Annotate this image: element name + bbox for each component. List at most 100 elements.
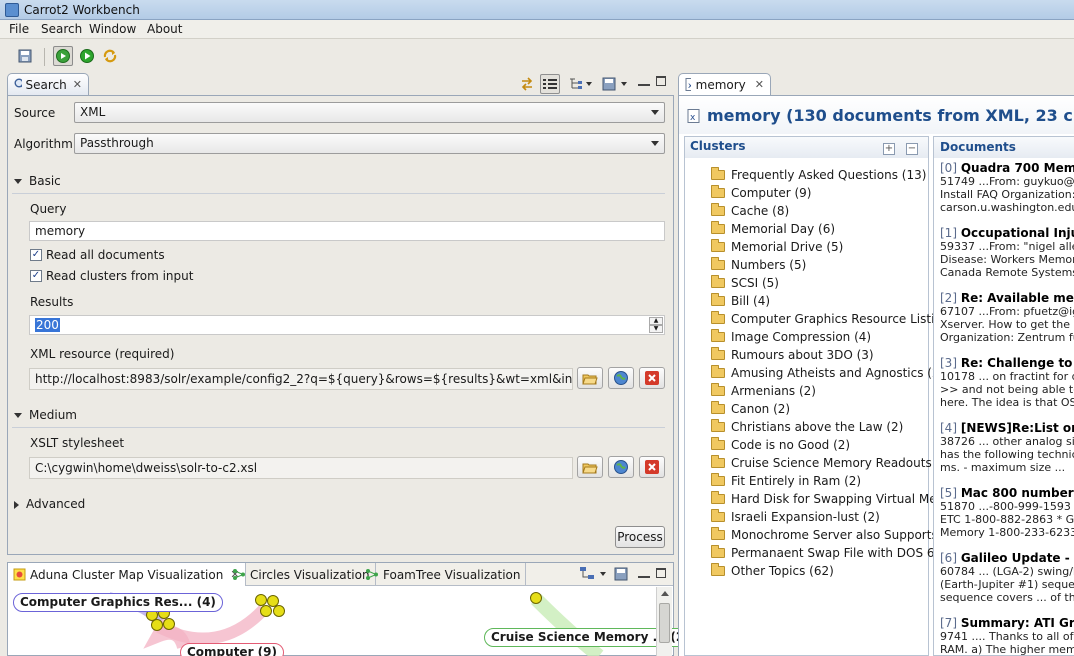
document-title[interactable]: Quadra 700 Memory	[961, 161, 1074, 175]
cluster-item[interactable]: Memorial Drive (5)	[711, 239, 843, 258]
cluster-item[interactable]: Code is no Good (2)	[711, 437, 850, 456]
clear-button[interactable]	[639, 367, 665, 389]
document-item[interactable]: [1] Occupational Injuries 59337 ...From:…	[940, 226, 1074, 291]
document-title[interactable]: [NEWS]Re:List or ima	[961, 421, 1074, 435]
layout-menu-icon[interactable]	[579, 566, 609, 585]
cluster-item[interactable]: Permanaent Swap File with DOS 6.0 D	[711, 545, 959, 564]
menu-about[interactable]: About	[147, 22, 182, 36]
spin-down-icon[interactable]: ▼	[649, 325, 663, 333]
cluster-item[interactable]: Numbers (5)	[711, 257, 806, 276]
cluster-item[interactable]: Frequently Asked Questions (13)	[711, 167, 926, 186]
document-item[interactable]: [5] Mac 800 numbers 51870 ...-800-999-15…	[940, 486, 1074, 551]
document-snippet: >> and not being able to ac	[940, 383, 1074, 396]
collapse-all-icon[interactable]: −	[906, 143, 918, 155]
section-advanced[interactable]: Advanced	[14, 497, 85, 511]
clear-button-2[interactable]	[639, 456, 665, 478]
read-clusters-checkbox[interactable]: ✓	[30, 270, 42, 282]
tab-memory[interactable]: x memory ✕	[678, 73, 771, 95]
document-item[interactable]: [6] Galileo Update - 04/1 60784 ... (LGA…	[940, 551, 1074, 616]
cluster-item[interactable]: Christians above the Law (2)	[711, 419, 903, 438]
xml-resource-field[interactable]: http://localhost:8983/solr/example/confi…	[29, 368, 573, 390]
cluster-item[interactable]: Other Topics (62)	[711, 563, 834, 582]
scroll-thumb[interactable]	[659, 603, 670, 643]
cluster-item[interactable]: Armenians (2)	[711, 383, 816, 402]
save-attributes-icon[interactable]	[602, 77, 630, 94]
run-icon[interactable]	[77, 46, 97, 66]
tree-view-icon[interactable]	[569, 77, 593, 94]
maximize-icon[interactable]	[656, 76, 666, 86]
cluster-item[interactable]: Cruise Science Memory Readouts MF	[711, 455, 953, 474]
minimize-icon[interactable]	[638, 76, 650, 86]
close-icon[interactable]: ✕	[755, 78, 764, 91]
open-url-button-2[interactable]	[608, 456, 634, 478]
algorithm-combo[interactable]: Passthrough	[74, 133, 665, 154]
save-icon[interactable]	[15, 46, 35, 66]
cluster-item-label: Bill (4)	[731, 294, 771, 308]
sync-arrows-icon[interactable]	[519, 76, 535, 95]
maximize-icon[interactable]	[656, 568, 666, 578]
document-item[interactable]: [2] Re: Available memor 67107 ...From: p…	[940, 291, 1074, 356]
cluster-label-computer-graphics[interactable]: Computer Graphics Res... (4)	[13, 593, 223, 612]
open-url-button[interactable]	[608, 367, 634, 389]
cluster-item[interactable]: Image Compression (4)	[711, 329, 871, 348]
document-title[interactable]: Occupational Injuries	[961, 226, 1074, 240]
close-icon[interactable]: ✕	[73, 78, 82, 91]
minimize-icon[interactable]	[638, 568, 650, 578]
document-title[interactable]: Re: Available memor	[961, 291, 1074, 305]
cluster-item[interactable]: Memorial Day (6)	[711, 221, 835, 240]
source-combo[interactable]: XML	[74, 102, 665, 123]
cluster-item[interactable]: Rumours about 3DO (3)	[711, 347, 874, 366]
browse-folder-button[interactable]	[577, 367, 603, 389]
cluster-item[interactable]: Monochrome Server also Supports Gr	[711, 527, 956, 546]
menu-search[interactable]: Search	[41, 22, 82, 36]
section-basic[interactable]: Basic	[14, 174, 61, 188]
document-snippet: Install FAQ Organization: Ur	[940, 188, 1074, 201]
live-search-toggle-icon[interactable]	[53, 46, 73, 66]
document-title[interactable]: Re: Challenge to Micr	[961, 356, 1074, 370]
cluster-item[interactable]: Cache (8)	[711, 203, 789, 222]
section-medium[interactable]: Medium	[14, 408, 77, 422]
tab-foamtree[interactable]: FoamTree Visualization	[360, 563, 527, 586]
cluster-item[interactable]: Computer Graphics Resource Listing	[711, 311, 950, 330]
document-item[interactable]: [4] [NEWS]Re:List or ima 38726 ... other…	[940, 421, 1074, 486]
xslt-field[interactable]: C:\cygwin\home\dweiss\solr-to-c2.xsl	[29, 457, 573, 479]
menu-file[interactable]: File	[9, 22, 29, 36]
tab-aduna-cluster-map[interactable]: Aduna Cluster Map Visualization ✕	[8, 563, 246, 586]
results-spinner[interactable]: 200 ▲ ▼	[29, 315, 665, 335]
save-image-icon[interactable]	[614, 567, 628, 584]
tab-search[interactable]: Search ✕	[7, 73, 89, 95]
scroll-up-icon[interactable]	[661, 591, 669, 596]
document-snippet: 10178 ... on fractint for dos	[940, 370, 1074, 383]
document-item[interactable]: [7] Summary: ATI Graph 9741 .... Thanks …	[940, 616, 1074, 655]
process-button[interactable]: Process	[615, 526, 665, 548]
clusters-label: Clusters	[690, 139, 746, 153]
document-item[interactable]: [3] Re: Challenge to Micr 10178 ... on f…	[940, 356, 1074, 421]
document-node[interactable]	[530, 592, 542, 604]
document-item[interactable]: [0] Quadra 700 Memory 51749 ...From: guy…	[940, 161, 1074, 226]
cluster-item[interactable]: Canon (2)	[711, 401, 790, 420]
cluster-item[interactable]: Computer (9)	[711, 185, 811, 204]
cluster-item[interactable]: Bill (4)	[711, 293, 771, 312]
cluster-item[interactable]: SCSI (5)	[711, 275, 779, 294]
document-title[interactable]: Mac 800 numbers	[961, 486, 1074, 500]
tab-circles[interactable]: Circles Visualization	[227, 563, 376, 586]
cluster-item[interactable]: Israeli Expansion-lust (2)	[711, 509, 880, 528]
cluster-item[interactable]: Hard Disk for Swapping Virtual Memo	[711, 491, 956, 510]
document-number: [2]	[940, 291, 957, 305]
document-title[interactable]: Summary: ATI Graph	[961, 616, 1074, 630]
document-snippet: Xserver. How to get the act	[940, 318, 1074, 331]
document-title[interactable]: Galileo Update - 04/1	[961, 551, 1074, 565]
cluster-item[interactable]: Fit Entirely in Ram (2)	[711, 473, 861, 492]
query-input[interactable]: memory	[29, 221, 665, 241]
cluster-item[interactable]: Amusing Atheists and Agnostics (2)	[711, 365, 944, 384]
expand-all-icon[interactable]: +	[883, 143, 895, 155]
vertical-scrollbar[interactable]	[656, 587, 672, 656]
spin-up-icon[interactable]: ▲	[649, 317, 663, 325]
list-view-icon[interactable]	[540, 74, 560, 94]
menu-window[interactable]: Window	[89, 22, 136, 36]
refresh-icon[interactable]	[100, 46, 120, 66]
read-all-documents-checkbox[interactable]: ✓	[30, 249, 42, 261]
folder-icon	[711, 257, 725, 270]
browse-folder-button-2[interactable]	[577, 456, 603, 478]
cluster-label-computer[interactable]: Computer (9)	[180, 643, 284, 656]
